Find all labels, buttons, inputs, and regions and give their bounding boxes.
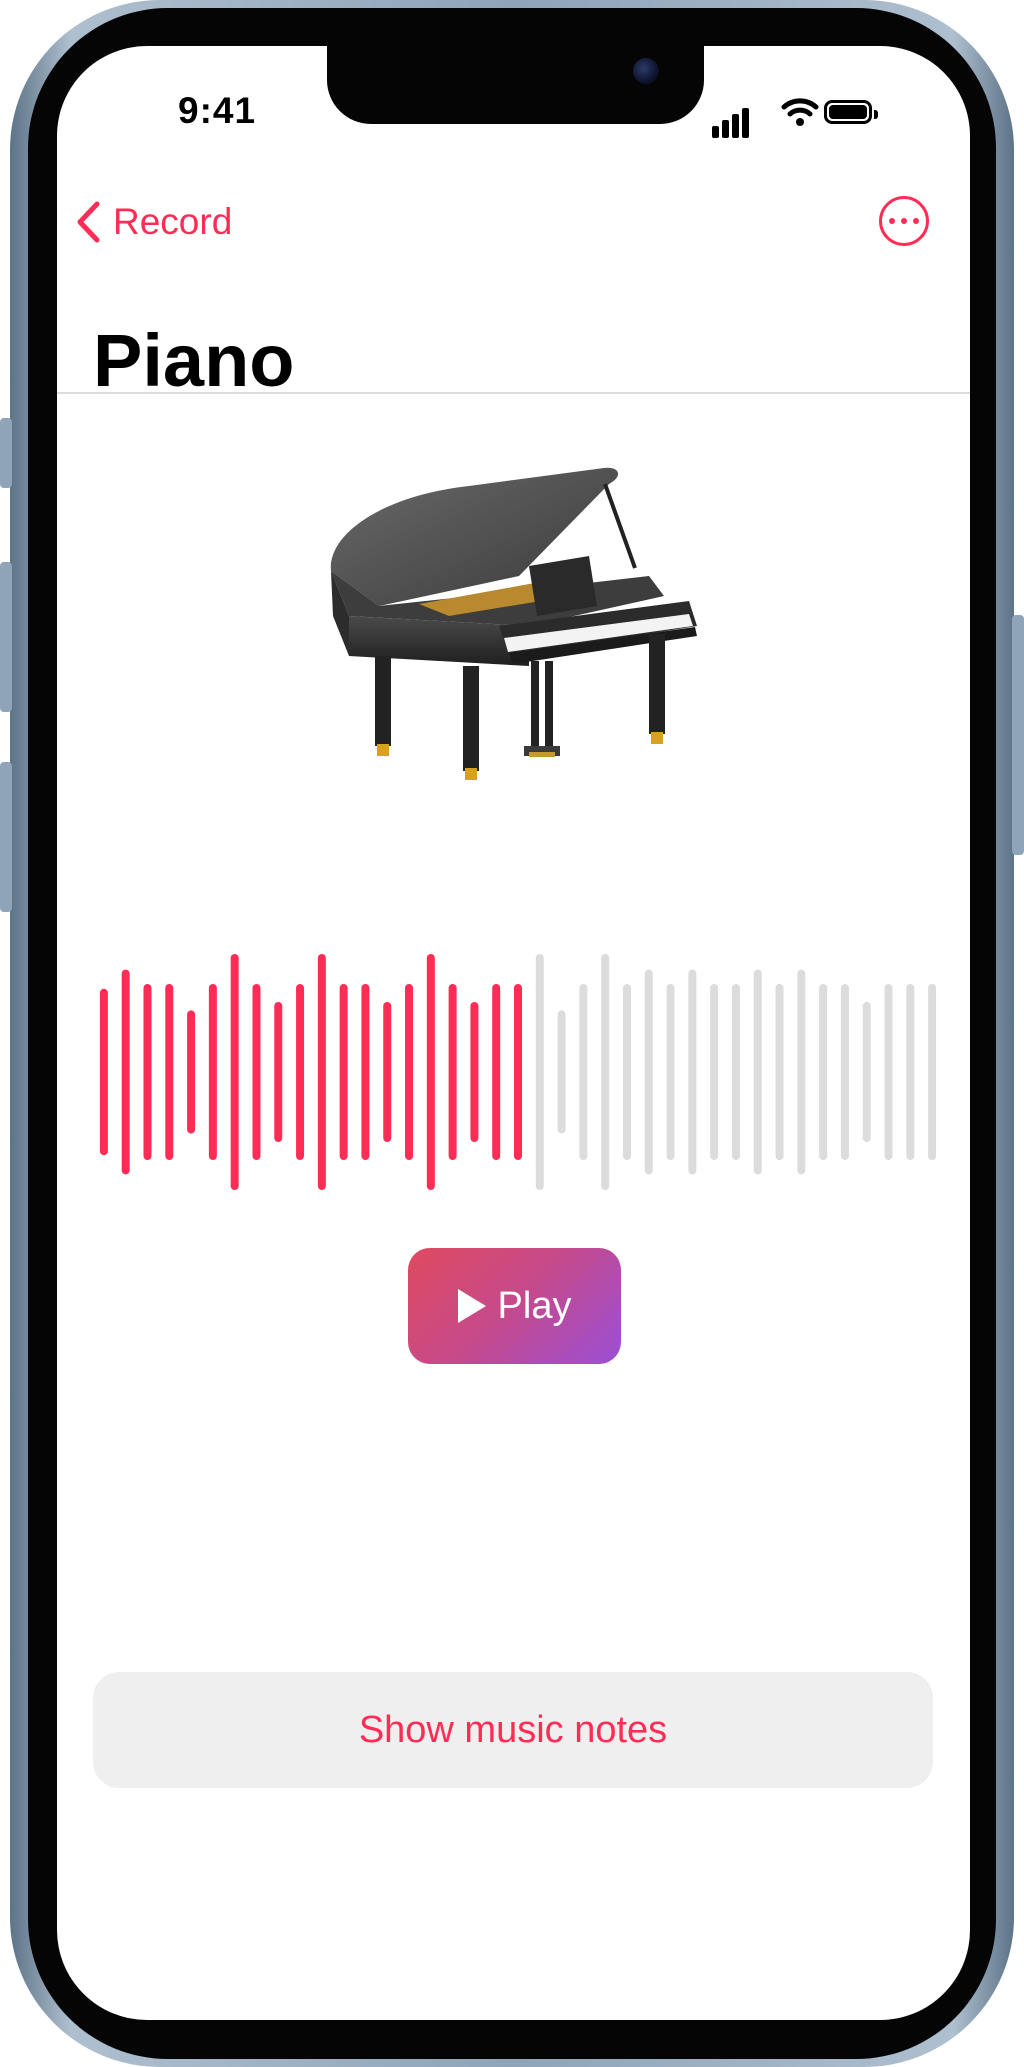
chevron-left-icon [77,201,100,243]
page-title: Piano [93,319,295,402]
back-button[interactable]: Record [75,196,232,248]
battery-icon [824,100,878,124]
play-button[interactable]: Play [408,1248,621,1364]
back-button-label: Record [113,201,233,242]
more-options-button[interactable] [879,196,929,246]
grand-piano-image [330,467,697,780]
ellipsis-circle-icon [889,218,895,224]
volume-down-button [0,762,12,912]
wifi-icon [781,98,819,126]
volume-up-button [0,562,12,712]
power-button [1012,615,1024,855]
status-time: 9:41 [178,90,257,131]
play-button-label: Play [497,1284,572,1327]
show-music-notes-label: Show music notes [358,1708,668,1751]
screen: 9:41 Record Piano Play Show music notes [57,46,970,2020]
ring-switch [0,418,12,488]
audio-waveform[interactable] [93,952,943,1192]
camera-icon [633,58,659,84]
notch [327,46,704,124]
show-music-notes-button[interactable]: Show music notes [93,1672,933,1788]
header-divider [57,392,970,394]
play-icon [457,1289,486,1323]
